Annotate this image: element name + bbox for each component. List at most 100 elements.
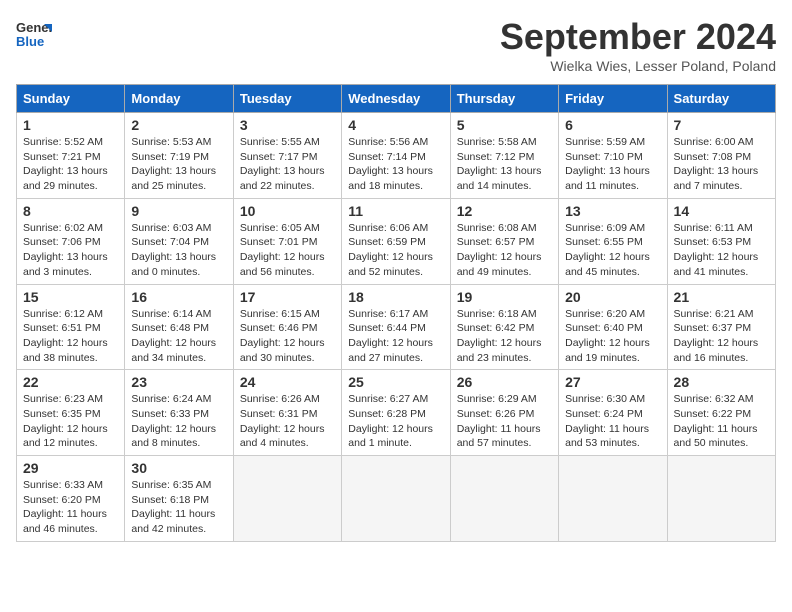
day-info: Sunrise: 6:32 AM Sunset: 6:22 PM Dayligh…	[674, 392, 769, 451]
day-number: 14	[674, 203, 769, 219]
svg-text:Blue: Blue	[16, 34, 44, 49]
calendar-table: SundayMondayTuesdayWednesdayThursdayFrid…	[16, 84, 776, 542]
day-number: 22	[23, 374, 118, 390]
day-of-week-header: Monday	[125, 85, 233, 113]
calendar-week-row: 1Sunrise: 5:52 AM Sunset: 7:21 PM Daylig…	[17, 113, 776, 199]
calendar-cell: 6 Sunrise: 5:59 AM Sunset: 7:10 PM Daylig…	[559, 113, 667, 199]
calendar-cell: 7 Sunrise: 6:00 AM Sunset: 7:08 PM Daylig…	[667, 113, 775, 199]
calendar-cell: 15 Sunrise: 6:12 AM Sunset: 6:51 PM Dayli…	[17, 284, 125, 370]
logo: General Blue	[16, 16, 52, 52]
calendar-cell: 1Sunrise: 5:52 AM Sunset: 7:21 PM Daylig…	[17, 113, 125, 199]
day-number: 19	[457, 289, 552, 305]
day-info: Sunrise: 5:59 AM Sunset: 7:10 PM Dayligh…	[565, 135, 660, 194]
calendar-cell: 12 Sunrise: 6:08 AM Sunset: 6:57 PM Dayli…	[450, 198, 558, 284]
calendar-cell: 2 Sunrise: 5:53 AM Sunset: 7:19 PM Daylig…	[125, 113, 233, 199]
calendar-cell	[450, 456, 558, 542]
day-info: Sunrise: 6:33 AM Sunset: 6:20 PM Dayligh…	[23, 478, 118, 537]
day-info: Sunrise: 5:56 AM Sunset: 7:14 PM Dayligh…	[348, 135, 443, 194]
calendar-week-row: 22 Sunrise: 6:23 AM Sunset: 6:35 PM Dayli…	[17, 370, 776, 456]
month-title: September 2024	[500, 16, 776, 58]
day-number: 7	[674, 117, 769, 133]
day-number: 5	[457, 117, 552, 133]
calendar-cell: 14 Sunrise: 6:11 AM Sunset: 6:53 PM Dayli…	[667, 198, 775, 284]
calendar-week-row: 8 Sunrise: 6:02 AM Sunset: 7:06 PM Daylig…	[17, 198, 776, 284]
header: General Blue September 2024 Wielka Wies,…	[16, 16, 776, 74]
calendar-cell: 24 Sunrise: 6:26 AM Sunset: 6:31 PM Dayli…	[233, 370, 341, 456]
day-number: 30	[131, 460, 226, 476]
day-info: Sunrise: 6:06 AM Sunset: 6:59 PM Dayligh…	[348, 221, 443, 280]
calendar-cell: 5 Sunrise: 5:58 AM Sunset: 7:12 PM Daylig…	[450, 113, 558, 199]
day-info: Sunrise: 6:14 AM Sunset: 6:48 PM Dayligh…	[131, 307, 226, 366]
location-title: Wielka Wies, Lesser Poland, Poland	[500, 58, 776, 74]
day-number: 17	[240, 289, 335, 305]
day-info: Sunrise: 6:20 AM Sunset: 6:40 PM Dayligh…	[565, 307, 660, 366]
day-info: Sunrise: 5:55 AM Sunset: 7:17 PM Dayligh…	[240, 135, 335, 194]
day-info: Sunrise: 6:03 AM Sunset: 7:04 PM Dayligh…	[131, 221, 226, 280]
calendar-cell: 8 Sunrise: 6:02 AM Sunset: 7:06 PM Daylig…	[17, 198, 125, 284]
calendar-cell: 22 Sunrise: 6:23 AM Sunset: 6:35 PM Dayli…	[17, 370, 125, 456]
day-of-week-header: Thursday	[450, 85, 558, 113]
day-info: Sunrise: 6:23 AM Sunset: 6:35 PM Dayligh…	[23, 392, 118, 451]
day-number: 25	[348, 374, 443, 390]
day-info: Sunrise: 6:12 AM Sunset: 6:51 PM Dayligh…	[23, 307, 118, 366]
calendar-cell: 29 Sunrise: 6:33 AM Sunset: 6:20 PM Dayli…	[17, 456, 125, 542]
day-number: 29	[23, 460, 118, 476]
day-info: Sunrise: 5:53 AM Sunset: 7:19 PM Dayligh…	[131, 135, 226, 194]
calendar-cell	[667, 456, 775, 542]
day-number: 3	[240, 117, 335, 133]
calendar-cell: 17Sunrise: 6:15 AM Sunset: 6:46 PM Dayli…	[233, 284, 341, 370]
svg-text:General: General	[16, 20, 52, 35]
day-info: Sunrise: 6:11 AM Sunset: 6:53 PM Dayligh…	[674, 221, 769, 280]
day-info: Sunrise: 5:58 AM Sunset: 7:12 PM Dayligh…	[457, 135, 552, 194]
day-number: 11	[348, 203, 443, 219]
day-of-week-header: Friday	[559, 85, 667, 113]
day-of-week-header: Sunday	[17, 85, 125, 113]
calendar-cell: 30 Sunrise: 6:35 AM Sunset: 6:18 PM Dayli…	[125, 456, 233, 542]
day-number: 2	[131, 117, 226, 133]
day-number: 8	[23, 203, 118, 219]
day-info: Sunrise: 6:21 AM Sunset: 6:37 PM Dayligh…	[674, 307, 769, 366]
calendar-body: 1Sunrise: 5:52 AM Sunset: 7:21 PM Daylig…	[17, 113, 776, 542]
day-info: Sunrise: 6:27 AM Sunset: 6:28 PM Dayligh…	[348, 392, 443, 451]
calendar-cell	[342, 456, 450, 542]
day-number: 6	[565, 117, 660, 133]
day-info: Sunrise: 6:08 AM Sunset: 6:57 PM Dayligh…	[457, 221, 552, 280]
day-info: Sunrise: 6:24 AM Sunset: 6:33 PM Dayligh…	[131, 392, 226, 451]
calendar-cell: 28 Sunrise: 6:32 AM Sunset: 6:22 PM Dayli…	[667, 370, 775, 456]
calendar-cell: 10 Sunrise: 6:05 AM Sunset: 7:01 PM Dayli…	[233, 198, 341, 284]
day-info: Sunrise: 6:26 AM Sunset: 6:31 PM Dayligh…	[240, 392, 335, 451]
calendar-cell: 27Sunrise: 6:30 AM Sunset: 6:24 PM Dayli…	[559, 370, 667, 456]
day-of-week-header: Tuesday	[233, 85, 341, 113]
day-number: 16	[131, 289, 226, 305]
day-info: Sunrise: 6:00 AM Sunset: 7:08 PM Dayligh…	[674, 135, 769, 194]
calendar-cell: 25 Sunrise: 6:27 AM Sunset: 6:28 PM Dayli…	[342, 370, 450, 456]
day-number: 13	[565, 203, 660, 219]
day-info: Sunrise: 6:05 AM Sunset: 7:01 PM Dayligh…	[240, 221, 335, 280]
day-number: 4	[348, 117, 443, 133]
calendar-cell: 18Sunrise: 6:17 AM Sunset: 6:44 PM Dayli…	[342, 284, 450, 370]
calendar-header-row: SundayMondayTuesdayWednesdayThursdayFrid…	[17, 85, 776, 113]
day-number: 26	[457, 374, 552, 390]
day-number: 24	[240, 374, 335, 390]
calendar-cell: 23Sunrise: 6:24 AM Sunset: 6:33 PM Dayli…	[125, 370, 233, 456]
calendar-cell: 9Sunrise: 6:03 AM Sunset: 7:04 PM Daylig…	[125, 198, 233, 284]
day-number: 28	[674, 374, 769, 390]
day-info: Sunrise: 6:35 AM Sunset: 6:18 PM Dayligh…	[131, 478, 226, 537]
day-info: Sunrise: 6:30 AM Sunset: 6:24 PM Dayligh…	[565, 392, 660, 451]
day-info: Sunrise: 6:29 AM Sunset: 6:26 PM Dayligh…	[457, 392, 552, 451]
day-number: 15	[23, 289, 118, 305]
calendar-week-row: 29 Sunrise: 6:33 AM Sunset: 6:20 PM Dayli…	[17, 456, 776, 542]
calendar-cell: 20Sunrise: 6:20 AM Sunset: 6:40 PM Dayli…	[559, 284, 667, 370]
day-info: Sunrise: 6:18 AM Sunset: 6:42 PM Dayligh…	[457, 307, 552, 366]
day-info: Sunrise: 6:17 AM Sunset: 6:44 PM Dayligh…	[348, 307, 443, 366]
day-of-week-header: Wednesday	[342, 85, 450, 113]
calendar-cell: 21Sunrise: 6:21 AM Sunset: 6:37 PM Dayli…	[667, 284, 775, 370]
logo-icon: General Blue	[16, 16, 52, 52]
calendar-cell: 19 Sunrise: 6:18 AM Sunset: 6:42 PM Dayli…	[450, 284, 558, 370]
day-of-week-header: Saturday	[667, 85, 775, 113]
day-info: Sunrise: 6:02 AM Sunset: 7:06 PM Dayligh…	[23, 221, 118, 280]
title-area: September 2024 Wielka Wies, Lesser Polan…	[500, 16, 776, 74]
day-number: 10	[240, 203, 335, 219]
day-number: 12	[457, 203, 552, 219]
calendar-cell	[233, 456, 341, 542]
